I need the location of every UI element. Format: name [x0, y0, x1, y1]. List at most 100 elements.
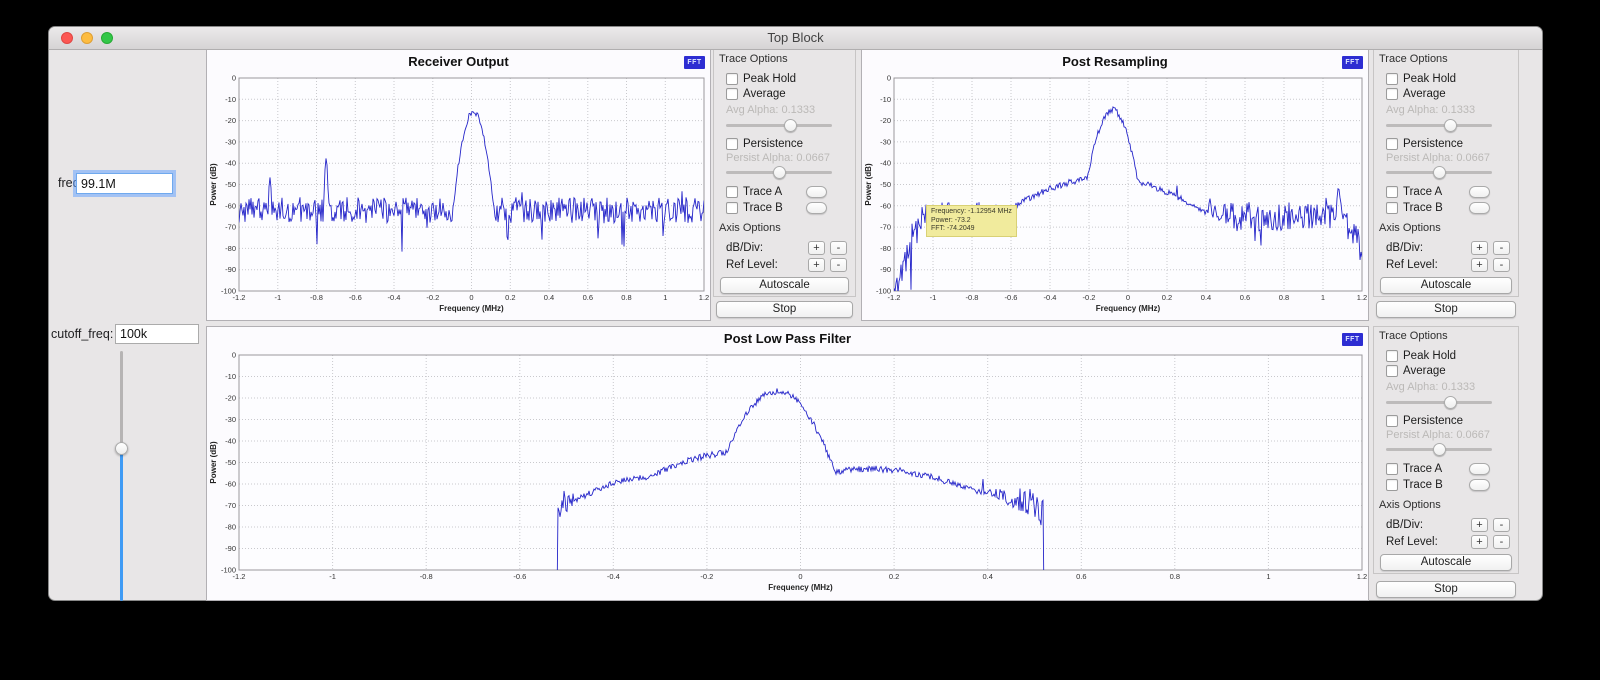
y-tick-label: -50 — [880, 180, 891, 189]
trace-a-checkbox[interactable] — [1386, 463, 1398, 475]
trace-b-store-button[interactable] — [806, 202, 827, 214]
stop-button[interactable]: Stop — [716, 301, 853, 318]
y-tick-label: -10 — [225, 372, 236, 381]
slider-thumb[interactable] — [1433, 166, 1446, 179]
db-div-decrease-button[interactable]: - — [1493, 518, 1510, 532]
db-div-decrease-button[interactable]: - — [1493, 241, 1510, 255]
trace-a-checkbox[interactable] — [1386, 186, 1398, 198]
x-tick-label: -0.6 — [349, 293, 362, 302]
slider-thumb[interactable] — [784, 119, 797, 132]
ref-level-increase-button[interactable]: + — [1471, 535, 1488, 549]
trace-a-label: Trace A — [1403, 463, 1442, 475]
db-div-increase-button[interactable]: + — [808, 241, 825, 255]
x-tick-label: -0.4 — [607, 572, 620, 581]
avg-alpha-slider[interactable] — [1386, 396, 1492, 410]
x-tick-label: 1.2 — [699, 293, 709, 302]
persistence-label: Persistence — [1403, 138, 1463, 150]
ref-level-increase-button[interactable]: + — [1471, 258, 1488, 272]
cutoff-freq-slider[interactable] — [115, 351, 128, 601]
y-tick-label: -10 — [225, 95, 236, 104]
persist-alpha-slider[interactable] — [726, 166, 832, 180]
trace-b-checkbox[interactable] — [1386, 479, 1398, 491]
chart-canvas-post-low-pass-filter[interactable]: -1.2-1-0.8-0.6-0.4-0.200.20.40.60.811.20… — [207, 327, 1368, 600]
trace-a-store-button[interactable] — [1469, 463, 1490, 475]
y-tick-label: -30 — [225, 137, 236, 146]
average-checkbox[interactable] — [1386, 88, 1398, 100]
persist-alpha-slider[interactable] — [1386, 166, 1492, 180]
y-tick-label: -80 — [225, 523, 236, 532]
ref-level-label: Ref Level: — [726, 259, 778, 271]
slider-thumb[interactable] — [1444, 119, 1457, 132]
average-label: Average — [1403, 365, 1446, 377]
y-tick-label: -90 — [225, 544, 236, 553]
stop-button[interactable]: Stop — [1376, 301, 1516, 318]
slider-groove[interactable] — [1386, 124, 1492, 127]
autoscale-button[interactable]: Autoscale — [1380, 554, 1512, 571]
x-tick-label: 0.6 — [583, 293, 593, 302]
slider-thumb[interactable] — [773, 166, 786, 179]
average-checkbox[interactable] — [1386, 365, 1398, 377]
avg-alpha-slider[interactable] — [726, 119, 832, 133]
x-tick-label: -1 — [329, 572, 336, 581]
slider-thumb[interactable] — [1444, 396, 1457, 409]
y-tick-label: -80 — [225, 244, 236, 253]
freq-input[interactable] — [76, 173, 173, 194]
chart-canvas-post-resampling[interactable]: -1.2-1-0.8-0.6-0.4-0.200.20.40.60.811.20… — [862, 50, 1368, 320]
peak-hold-checkbox[interactable] — [726, 73, 738, 85]
chart-canvas-receiver-output[interactable]: -1.2-1-0.8-0.6-0.4-0.200.20.40.60.811.20… — [207, 50, 710, 320]
db-div-decrease-button[interactable]: - — [830, 241, 847, 255]
peak-hold-checkbox[interactable] — [1386, 73, 1398, 85]
x-tick-label: -0.8 — [966, 293, 979, 302]
x-tick-label: 0.2 — [1162, 293, 1172, 302]
chart-title: Post Resampling — [862, 54, 1368, 69]
slider-groove[interactable] — [1386, 401, 1492, 404]
cutoff-freq-input[interactable] — [115, 324, 199, 344]
stop-button[interactable]: Stop — [1376, 581, 1516, 598]
trace-b-checkbox[interactable] — [1386, 202, 1398, 214]
db-div-increase-button[interactable]: + — [1471, 518, 1488, 532]
peak-hold-label: Peak Hold — [743, 73, 796, 85]
cutoff-freq-label: cutoff_freq: — [51, 327, 113, 341]
persist-alpha-slider[interactable] — [1386, 443, 1492, 457]
slider-thumb[interactable] — [1433, 443, 1446, 456]
autoscale-button[interactable]: Autoscale — [1380, 277, 1512, 294]
avg-alpha-slider[interactable] — [1386, 119, 1492, 133]
y-axis-label: Power (dB) — [209, 163, 218, 206]
trace-b-checkbox[interactable] — [726, 202, 738, 214]
avg-alpha-label: Avg Alpha: 0.1333 — [1386, 381, 1518, 392]
trace-b-store-button[interactable] — [1469, 202, 1490, 214]
slider-groove[interactable] — [726, 124, 832, 127]
db-div-increase-button[interactable]: + — [1471, 241, 1488, 255]
y-tick-label: -60 — [225, 201, 236, 210]
ref-level-increase-button[interactable]: + — [808, 258, 825, 272]
ref-level-decrease-button[interactable]: - — [830, 258, 847, 272]
x-tick-label: -0.2 — [426, 293, 439, 302]
trace-options-box: Trace Options Peak Hold Average Avg Alph… — [1373, 49, 1519, 297]
slider-track-lower[interactable] — [120, 449, 123, 602]
autoscale-button[interactable]: Autoscale — [720, 277, 849, 294]
ref-level-decrease-button[interactable]: - — [1493, 535, 1510, 549]
x-tick-label: 0.6 — [1076, 572, 1086, 581]
persistence-checkbox[interactable] — [1386, 415, 1398, 427]
peak-hold-checkbox[interactable] — [1386, 350, 1398, 362]
trace-a-checkbox[interactable] — [726, 186, 738, 198]
trace-b-store-button[interactable] — [1469, 479, 1490, 491]
trace-options-panel-1: Trace Options Peak Hold Average Avg Alph… — [713, 49, 856, 321]
ref-level-decrease-button[interactable]: - — [1493, 258, 1510, 272]
x-tick-label: 0.6 — [1240, 293, 1250, 302]
persistence-checkbox[interactable] — [1386, 138, 1398, 150]
y-tick-label: -70 — [225, 223, 236, 232]
slider-thumb[interactable] — [115, 442, 128, 455]
y-tick-label: -80 — [880, 244, 891, 253]
slider-track-upper[interactable] — [120, 351, 123, 449]
trace-a-store-button[interactable] — [1469, 186, 1490, 198]
x-tick-label: -0.8 — [310, 293, 323, 302]
trace-a-store-button[interactable] — [806, 186, 827, 198]
average-label: Average — [743, 88, 786, 100]
y-tick-label: -70 — [225, 501, 236, 510]
persistence-checkbox[interactable] — [726, 138, 738, 150]
y-tick-label: -100 — [876, 287, 891, 296]
average-checkbox[interactable] — [726, 88, 738, 100]
y-axis-label: Power (dB) — [209, 441, 218, 484]
db-div-label: dB/Div: — [1386, 519, 1423, 531]
